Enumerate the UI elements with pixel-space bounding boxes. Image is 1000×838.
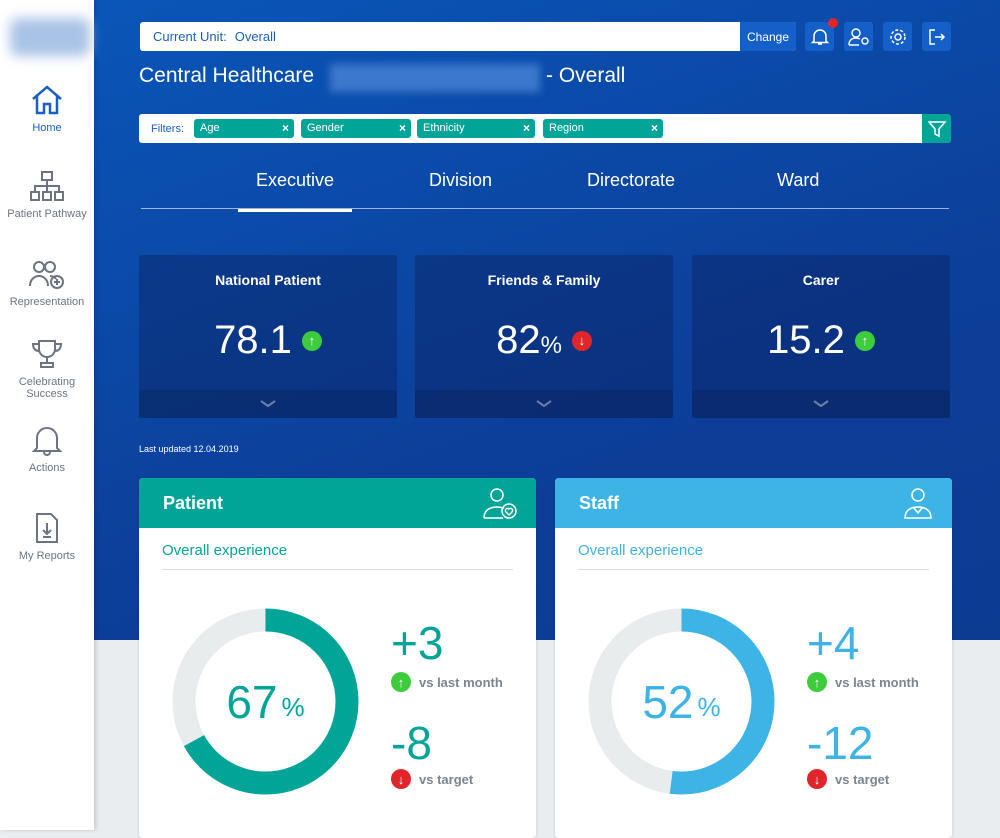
sidebar-item-actions[interactable]: Actions bbox=[0, 424, 94, 474]
close-icon[interactable]: × bbox=[399, 121, 406, 135]
arrow-up-icon: ↑ bbox=[854, 330, 875, 351]
sidebar-item-my-reports[interactable]: My Reports bbox=[0, 512, 94, 562]
donut-value: 67 bbox=[226, 675, 278, 728]
report-download-icon bbox=[36, 513, 58, 543]
chevron-down-icon[interactable] bbox=[139, 390, 397, 418]
user-settings-icon bbox=[847, 27, 869, 46]
last-updated: Last updated 12.04.2019 bbox=[139, 444, 239, 454]
arrow-up-icon: ↑ bbox=[391, 672, 411, 692]
close-icon[interactable]: × bbox=[282, 121, 289, 135]
kpi-card-friends-family[interactable]: Friends & Family 82% ↓ bbox=[415, 255, 673, 418]
staff-icon bbox=[904, 488, 932, 519]
sidebar-item-representation[interactable]: Representation bbox=[0, 258, 94, 308]
chevron-down-icon[interactable] bbox=[692, 390, 950, 418]
patient-heart-icon bbox=[483, 488, 517, 519]
home-icon bbox=[32, 85, 62, 115]
arrow-up-icon: ↑ bbox=[807, 672, 827, 692]
patient-card: Patient Overall experience 67% +3 ↑ vs la… bbox=[139, 478, 536, 838]
tab-ward[interactable]: Ward bbox=[777, 170, 819, 191]
arrow-down-icon: ↓ bbox=[571, 330, 592, 351]
logout-button[interactable] bbox=[922, 22, 951, 51]
user-settings-button[interactable] bbox=[844, 22, 873, 51]
current-unit-value: Overall bbox=[234, 29, 276, 44]
stat-vs-last-month: +4 bbox=[807, 617, 860, 669]
kpi-card-national-patient[interactable]: National Patient 78.1 ↑ bbox=[139, 255, 397, 418]
filter-icon bbox=[927, 120, 946, 137]
bell-icon bbox=[32, 427, 62, 456]
close-icon[interactable]: × bbox=[651, 121, 658, 135]
arrow-down-icon: ↓ bbox=[391, 769, 411, 789]
notification-badge bbox=[828, 18, 838, 28]
settings-button[interactable] bbox=[883, 22, 912, 51]
stat-vs-last-month: +3 bbox=[391, 617, 444, 669]
bell-icon bbox=[810, 28, 829, 45]
arrow-down-icon: ↓ bbox=[807, 769, 827, 789]
stat-vs-target: -12 bbox=[807, 717, 874, 769]
filter-chip-region[interactable]: Region × bbox=[543, 119, 663, 138]
logo bbox=[10, 18, 90, 56]
redacted-name bbox=[330, 64, 540, 92]
filters-bar: Filters: Age × Gender × Ethnicity × Region × bbox=[139, 114, 923, 143]
chevron-down-icon[interactable] bbox=[415, 390, 673, 418]
current-unit-bar: Current Unit: Overall bbox=[140, 22, 796, 51]
gear-icon bbox=[889, 28, 906, 45]
filter-chip-age[interactable]: Age × bbox=[194, 119, 294, 138]
kpi-card-carer[interactable]: Carer 15.2 ↑ bbox=[692, 255, 950, 418]
tab-bar: Executive Division Directorate Ward bbox=[141, 166, 949, 212]
page-title: Central Healthcare bbox=[139, 64, 315, 87]
users-add-icon bbox=[29, 261, 64, 289]
sidebar-item-patient-pathway[interactable]: Patient Pathway bbox=[0, 170, 94, 220]
page-title-suffix: - Overall bbox=[546, 64, 626, 87]
stat-vs-target: -8 bbox=[391, 717, 432, 769]
filter-chip-gender[interactable]: Gender × bbox=[301, 119, 411, 138]
change-unit-button[interactable]: Change bbox=[740, 22, 796, 51]
logout-icon bbox=[928, 28, 945, 45]
tab-directorate[interactable]: Directorate bbox=[587, 170, 675, 191]
filter-chip-ethnicity[interactable]: Ethnicity × bbox=[417, 119, 535, 138]
trophy-icon bbox=[31, 340, 63, 368]
donut-value: 52 bbox=[642, 675, 694, 728]
notifications-button[interactable] bbox=[805, 18, 838, 51]
arrow-up-icon: ↑ bbox=[301, 330, 322, 351]
sidebar-item-celebrating-success[interactable]: Celebrating Success bbox=[0, 338, 94, 400]
sidebar: Home Patient Pathway Representation Cele… bbox=[0, 0, 94, 830]
sidebar-item-home[interactable]: Home bbox=[0, 84, 94, 134]
hierarchy-icon bbox=[30, 171, 64, 201]
staff-card: Staff Overall experience 52% +4 ↑ vs last… bbox=[555, 478, 952, 838]
tab-executive[interactable]: Executive bbox=[237, 170, 353, 212]
close-icon[interactable]: × bbox=[523, 121, 530, 135]
filter-button[interactable] bbox=[922, 114, 951, 143]
tab-division[interactable]: Division bbox=[429, 170, 492, 191]
